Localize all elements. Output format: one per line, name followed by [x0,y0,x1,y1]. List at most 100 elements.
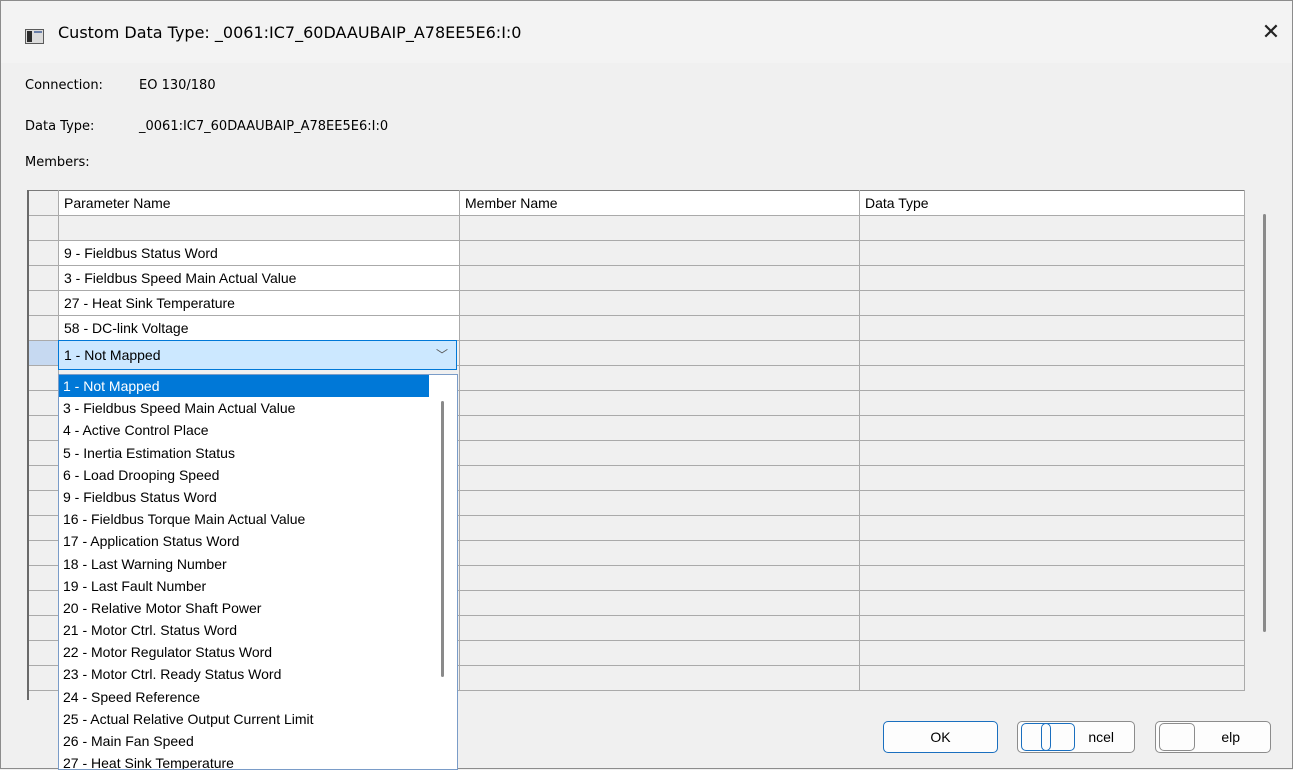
data-type-cell[interactable] [859,465,1245,491]
dropdown-option[interactable]: 25 - Actual Relative Output Current Limi… [59,708,457,730]
row-header[interactable] [27,615,59,641]
row-header[interactable] [27,490,59,516]
member-name-cell[interactable] [459,290,860,316]
focus-outline [1159,723,1195,751]
member-name-cell[interactable] [459,515,860,541]
parameter-name-cell[interactable]: 58 - DC-link Voltage [58,315,460,341]
member-name-cell[interactable] [459,240,860,266]
parameter-name-cell[interactable]: 9 - Fieldbus Status Word [58,240,460,266]
grid-left-border [27,190,29,700]
dropdown-option[interactable]: 3 - Fieldbus Speed Main Actual Value [59,397,457,419]
row-header[interactable] [27,540,59,566]
data-type-value: _0061:IC7_60DAAUBAIP_A78EE5E6:I:0 [139,119,389,134]
member-name-cell[interactable] [459,590,860,616]
member-name-cell[interactable] [459,565,860,591]
data-type-cell[interactable] [859,590,1245,616]
dropdown-option[interactable]: 6 - Load Drooping Speed [59,464,457,486]
member-name-cell[interactable] [459,340,860,366]
data-type-cell[interactable] [859,540,1245,566]
row-header[interactable] [27,440,59,466]
dropdown-option[interactable]: 16 - Fieldbus Torque Main Actual Value [59,508,457,530]
column-header-parameter-name[interactable]: Parameter Name [58,190,460,216]
row-header[interactable] [27,215,59,241]
column-header-member-name[interactable]: Member Name [459,190,860,216]
data-type-cell[interactable] [859,490,1245,516]
member-name-cell[interactable] [459,215,860,241]
table-row[interactable]: 3 - Fieldbus Speed Main Actual Value [27,265,1245,291]
chevron-down-icon[interactable]: ﹀ [436,341,448,369]
parameter-name-cell[interactable]: 3 - Fieldbus Speed Main Actual Value [58,265,460,291]
member-name-cell[interactable] [459,390,860,416]
data-type-cell[interactable] [859,365,1245,391]
data-type-cell[interactable] [859,615,1245,641]
row-header[interactable] [27,465,59,491]
dropdown-option[interactable]: 18 - Last Warning Number [59,553,457,575]
dropdown-scrollbar[interactable] [441,401,444,677]
data-type-cell[interactable] [859,265,1245,291]
parameter-dropdown-list[interactable]: 1 - Not Mapped 3 - Fieldbus Speed Main Ac… [58,374,458,770]
row-header[interactable] [27,640,59,666]
data-type-cell[interactable] [859,415,1245,441]
dropdown-option[interactable]: 19 - Last Fault Number [59,575,457,597]
member-name-cell[interactable] [459,265,860,291]
row-header[interactable] [27,565,59,591]
dropdown-option[interactable]: 23 - Motor Ctrl. Ready Status Word [59,663,457,685]
row-header[interactable] [27,515,59,541]
member-name-cell[interactable] [459,415,860,441]
table-row[interactable] [27,215,1245,241]
table-row[interactable]: 9 - Fieldbus Status Word [27,240,1245,266]
data-type-cell[interactable] [859,440,1245,466]
member-name-cell[interactable] [459,540,860,566]
data-type-cell[interactable] [859,215,1245,241]
connection-label: Connection: [25,78,103,93]
row-header[interactable] [27,665,59,691]
dropdown-option[interactable]: 22 - Motor Regulator Status Word [59,641,457,663]
dropdown-option[interactable]: 4 - Active Control Place [59,419,457,441]
data-type-cell[interactable] [859,290,1245,316]
data-type-cell[interactable] [859,390,1245,416]
member-name-cell[interactable] [459,315,860,341]
row-header[interactable] [27,415,59,441]
row-header[interactable] [27,240,59,266]
member-name-cell[interactable] [459,465,860,491]
member-name-cell[interactable] [459,490,860,516]
member-name-cell[interactable] [459,615,860,641]
dropdown-option[interactable]: 9 - Fieldbus Status Word [59,486,457,508]
row-header[interactable] [27,365,59,391]
data-type-cell[interactable] [859,515,1245,541]
dropdown-option[interactable]: 26 - Main Fan Speed [59,730,457,752]
data-type-cell[interactable] [859,565,1245,591]
data-type-cell[interactable] [859,340,1245,366]
member-name-cell[interactable] [459,365,860,391]
row-header[interactable] [27,265,59,291]
member-name-cell[interactable] [459,440,860,466]
parameter-name-combobox[interactable]: 1 - Not Mapped ﹀ [58,340,457,370]
dropdown-option[interactable]: 17 - Application Status Word [59,530,457,552]
dropdown-option[interactable]: 21 - Motor Ctrl. Status Word [59,619,457,641]
row-header[interactable] [27,290,59,316]
parameter-name-cell[interactable]: 27 - Heat Sink Temperature [58,290,460,316]
member-name-cell[interactable] [459,640,860,666]
data-type-cell[interactable] [859,665,1245,691]
row-header[interactable] [27,590,59,616]
member-name-cell[interactable] [459,665,860,691]
parameter-name-cell[interactable] [58,215,460,241]
table-row[interactable]: 58 - DC-link Voltage [27,315,1245,341]
data-type-cell[interactable] [859,240,1245,266]
row-header[interactable] [27,340,59,366]
ok-button[interactable]: OK [883,721,998,753]
table-row[interactable]: 27 - Heat Sink Temperature [27,290,1245,316]
grid-vertical-scrollbar[interactable] [1263,214,1266,632]
row-header[interactable] [27,390,59,416]
data-type-cell[interactable] [859,315,1245,341]
dropdown-option[interactable]: 20 - Relative Motor Shaft Power [59,597,457,619]
window-icon [25,29,44,44]
dropdown-option[interactable]: 27 - Heat Sink Temperature [59,752,457,769]
dropdown-option[interactable]: 1 - Not Mapped [59,375,429,398]
row-header[interactable] [27,315,59,341]
close-icon[interactable]: ✕ [1253,17,1289,49]
data-type-cell[interactable] [859,640,1245,666]
column-header-data-type[interactable]: Data Type [859,190,1245,216]
dropdown-option[interactable]: 24 - Speed Reference [59,686,457,708]
dropdown-option[interactable]: 5 - Inertia Estimation Status [59,442,457,464]
